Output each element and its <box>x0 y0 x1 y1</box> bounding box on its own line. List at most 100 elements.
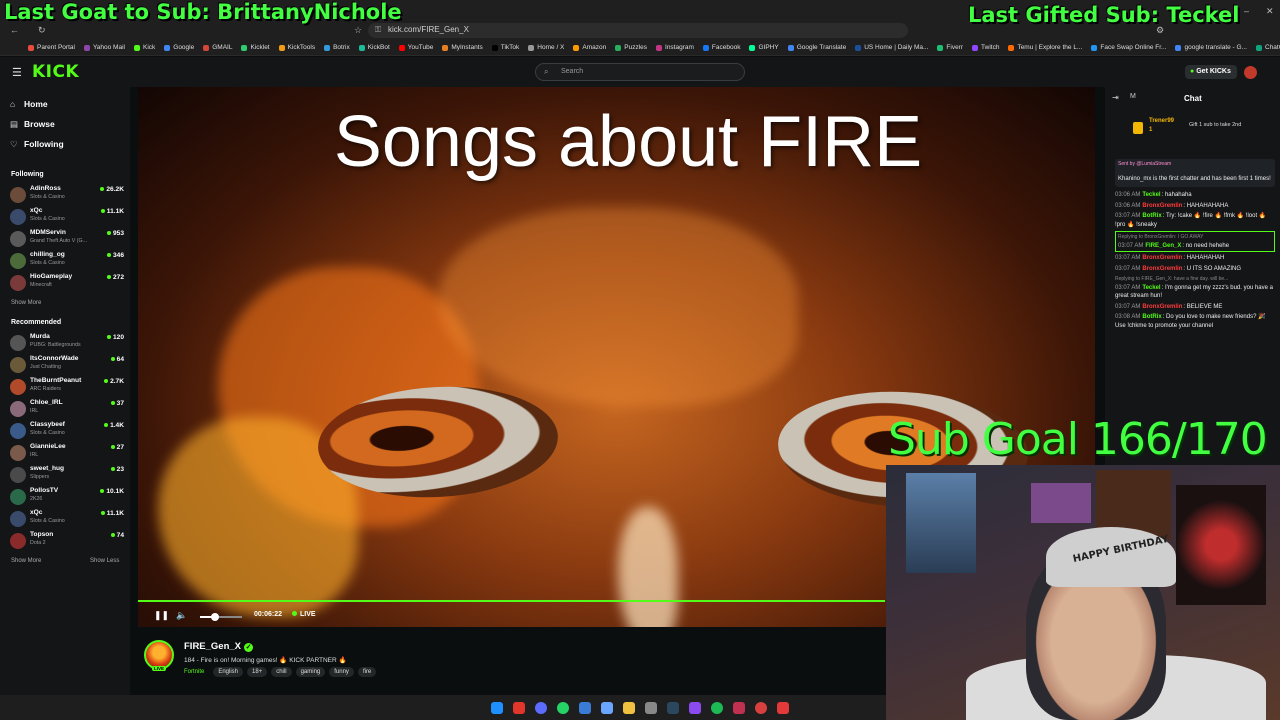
sidebar-channel-recommended[interactable]: Topson Dota 2 74 <box>10 531 124 553</box>
nav-browse[interactable]: ▤ Browse <box>10 119 55 130</box>
live-progress-bar[interactable] <box>138 600 885 602</box>
stream-tag[interactable]: fire <box>357 667 377 677</box>
sidebar-channel-following[interactable]: chilling_og Slots & Casino 346 <box>10 251 124 273</box>
reload-icon[interactable]: ↻ <box>38 25 46 36</box>
gift-sub-cta[interactable]: Gift 1 sub to take 2nd <box>1189 122 1241 128</box>
message-username[interactable]: BronxGremlin <box>1142 266 1182 272</box>
collapse-chat-icon[interactable]: ⇥ <box>1112 93 1119 102</box>
bookmark-item[interactable]: MyInstants <box>442 44 483 51</box>
whatsapp-icon[interactable] <box>557 701 569 714</box>
sidebar-channel-following[interactable]: HioGameplay Minecraft 272 <box>10 273 124 295</box>
bookmark-item[interactable]: Kick <box>133 44 155 51</box>
app-icon-2[interactable] <box>777 701 789 714</box>
show-less-recommended[interactable]: Show Less <box>90 558 119 564</box>
bookmark-item[interactable]: Yahoo Mail <box>83 44 125 51</box>
bookmark-item[interactable]: Home / X <box>528 44 564 51</box>
settings-icon[interactable] <box>645 701 657 714</box>
chat-message[interactable]: Replying to FIRE_Gen_X: have a fine day.… <box>1115 275 1275 301</box>
chat-message[interactable]: 03:06 AM Teckel: hahahaha <box>1115 191 1275 200</box>
photos-icon[interactable] <box>601 701 613 714</box>
search-input[interactable]: ⌕ Search <box>535 63 745 81</box>
live-indicator[interactable]: LIVE <box>292 611 316 618</box>
minimize-icon[interactable]: – <box>1244 6 1249 16</box>
bookmark-item[interactable]: Twitch <box>972 44 999 51</box>
spotify-icon[interactable] <box>711 701 723 714</box>
bookmark-item[interactable]: google translate - G... <box>1175 44 1247 51</box>
show-more-following[interactable]: Show More <box>11 300 41 306</box>
message-username[interactable]: FIRE_Gen_X <box>1145 243 1181 249</box>
chat-message[interactable]: 03:07 AM BotRix: Try: !cake 🔥 !fire 🔥 !fm… <box>1115 212 1275 229</box>
obs-grid-icon[interactable] <box>689 701 701 714</box>
chat-message[interactable]: 03:07 AM BronxGremlin: U ITS SO AMAZING <box>1115 265 1275 274</box>
bookmark-item[interactable]: TikTok <box>491 44 519 51</box>
nav-home[interactable]: ⌂ Home <box>10 99 48 109</box>
channel-name-row[interactable]: FIRE_Gen_X ✓ <box>184 641 254 652</box>
stream-tag[interactable]: gaming <box>295 667 326 677</box>
bookmark-item[interactable]: KickBot <box>358 44 390 51</box>
app-icon[interactable] <box>733 701 745 714</box>
bookmark-item[interactable]: Face Swap Online Fr... <box>1091 44 1166 51</box>
sidebar-channel-recommended[interactable]: Murda PUBG: Battlegrounds 120 <box>10 333 124 355</box>
show-more-recommended[interactable]: Show More <box>11 558 41 564</box>
chat-message[interactable]: 03:06 AM BronxGremlin: HAHAHAHAHA <box>1115 202 1275 211</box>
bookmark-item[interactable]: Instagram <box>656 44 694 51</box>
bookmark-item[interactable]: Facebook <box>702 44 740 51</box>
message-username[interactable]: BotRix <box>1142 314 1161 320</box>
sidebar-channel-recommended[interactable]: Classybeef Slots & Casino 1.4K <box>10 421 124 443</box>
category-link[interactable]: Fortnite <box>184 667 209 677</box>
back-icon[interactable]: ← <box>10 25 19 35</box>
chat-message[interactable]: 03:07 AM BronxGremlin: BELIEVE ME <box>1115 303 1275 312</box>
message-username[interactable]: Teckel <box>1142 285 1160 291</box>
sidebar-channel-recommended[interactable]: sweet_hug Slippers 23 <box>10 465 124 487</box>
address-bar[interactable]: ⚿ kick.com/FIRE_Gen_X <box>368 23 908 38</box>
chat-mode-icon[interactable]: M <box>1130 93 1136 100</box>
menu-icon[interactable]: ☰ <box>12 66 22 79</box>
bookmark-item[interactable]: GIPHY <box>749 44 779 51</box>
sidebar-channel-recommended[interactable]: GiannieLee IRL 27 <box>10 443 124 465</box>
discord-icon[interactable] <box>535 701 547 714</box>
bookmark-item[interactable]: YouTube <box>398 44 433 51</box>
bookmark-item[interactable]: US Home | Daily Ma... <box>855 44 928 51</box>
windows-start-icon[interactable] <box>491 701 503 714</box>
sidebar-channel-recommended[interactable]: PollosTV 2K26 10.1K <box>10 487 124 509</box>
bookmark-item[interactable]: KickTools <box>278 44 315 51</box>
user-avatar[interactable] <box>1244 66 1257 79</box>
message-username[interactable]: BronxGremlin <box>1142 304 1182 310</box>
bookmark-item[interactable]: Kicklet <box>241 44 270 51</box>
volume-slider[interactable] <box>200 613 242 621</box>
bookmark-item[interactable]: Google Translate <box>787 44 846 51</box>
steam-icon[interactable] <box>667 701 679 714</box>
message-username[interactable]: BronxGremlin <box>1142 255 1182 261</box>
chat-message[interactable]: 03:07 AM BronxGremlin: HAHAHAHAH <box>1115 254 1275 263</box>
sidebar-channel-recommended[interactable]: Chloe_IRL IRL 37 <box>10 399 124 421</box>
sidebar-channel-following[interactable]: MDMServin Grand Theft Auto V (G... 953 <box>10 229 124 251</box>
kick-logo[interactable]: KICK <box>32 62 79 82</box>
stream-tag[interactable]: English <box>213 667 244 677</box>
message-username[interactable]: Teckel <box>1142 192 1160 198</box>
sidebar-channel-following[interactable]: AdinRoss Slots & Casino 26.2K <box>10 185 124 207</box>
bookmark-item[interactable]: Fiverr <box>937 44 963 51</box>
calendar-icon[interactable] <box>579 701 591 714</box>
chat-message[interactable]: Replying to BronxGremlin: I GO AWAY 03:07… <box>1115 231 1275 252</box>
chat-message[interactable]: 03:08 AM BotRix: Do you love to make new … <box>1115 313 1275 330</box>
stream-tag[interactable]: 18+ <box>247 667 268 677</box>
sidebar-channel-recommended[interactable]: ItsConnorWade Just Chatting 64 <box>10 355 124 377</box>
bookmark-item[interactable]: Google <box>164 44 194 51</box>
bookmark-item[interactable]: Botrix <box>324 44 350 51</box>
brave-icon[interactable] <box>513 701 525 714</box>
stream-tag[interactable]: chill <box>271 667 292 677</box>
close-window-icon[interactable]: ✕ <box>1266 6 1274 17</box>
get-kicks-button[interactable]: ● Get KICKs <box>1185 65 1237 79</box>
sidebar-channel-recommended[interactable]: TheBurntPeanut ARC Raiders 2.7K <box>10 377 124 399</box>
bookmark-item[interactable]: Amazon <box>573 44 606 51</box>
volume-icon[interactable]: 🔈 <box>176 610 187 621</box>
bookmark-item[interactable]: GMAIL <box>203 44 232 51</box>
stream-tag[interactable]: funny <box>329 667 354 677</box>
message-username[interactable]: BotRix <box>1142 213 1161 219</box>
bookmark-item[interactable]: Temu | Explore the L... <box>1008 44 1082 51</box>
volume-knob[interactable] <box>210 613 219 621</box>
bookmark-item[interactable]: ChatGPT <box>1256 44 1280 51</box>
sidebar-channel-following[interactable]: xQc Slots & Casino 11.1K <box>10 207 124 229</box>
bookmark-item[interactable]: Puzzles <box>615 44 647 51</box>
message-username[interactable]: BronxGremlin <box>1142 203 1182 209</box>
